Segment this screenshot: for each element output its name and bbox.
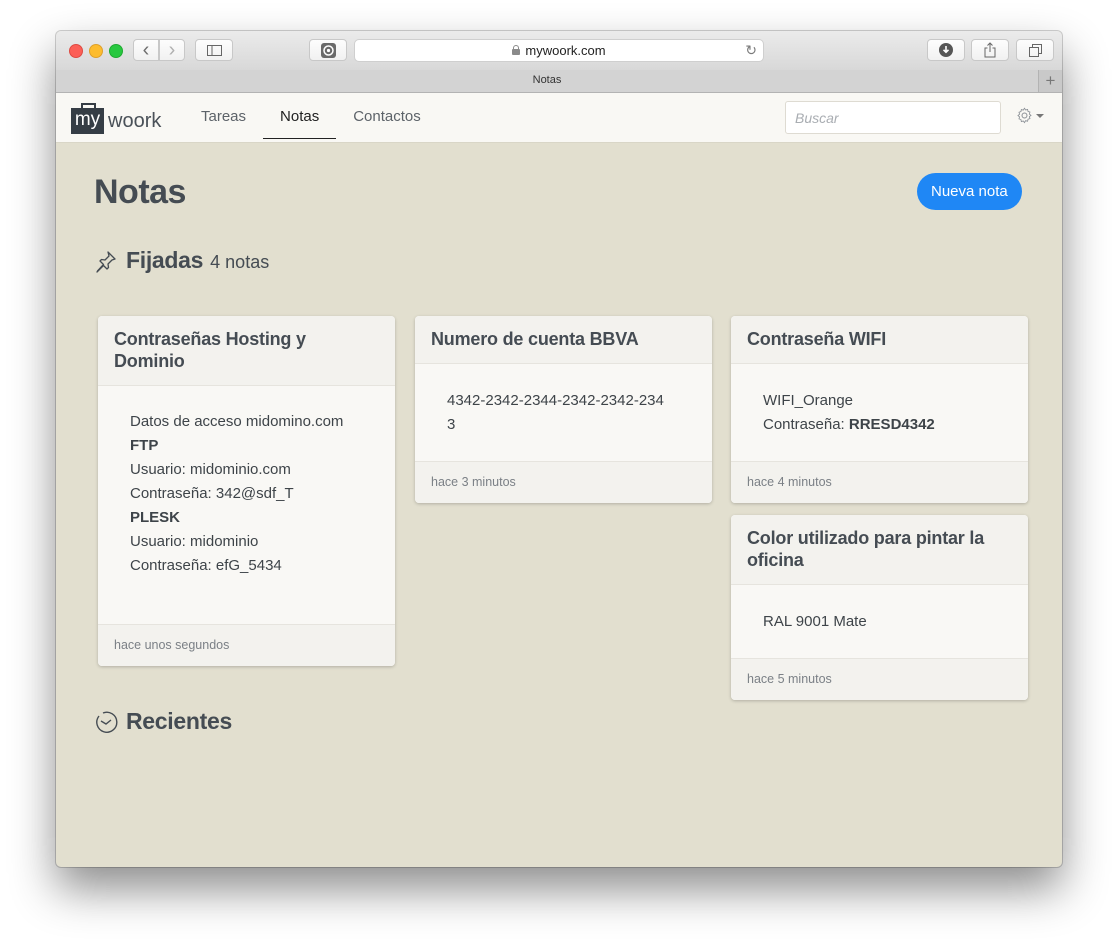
share-button[interactable]: [971, 39, 1009, 61]
search-input[interactable]: [785, 101, 1001, 134]
note-card[interactable]: Color utilizado para pintar la oficina R…: [731, 515, 1028, 700]
note-line: RAL 9001 Mate: [763, 613, 867, 630]
new-tab-button[interactable]: +: [1038, 70, 1062, 92]
note-line: FTP: [130, 437, 159, 454]
note-line: Contraseña: efG_5434: [130, 557, 282, 574]
nav-tareas[interactable]: Tareas: [184, 93, 263, 142]
url-text: mywoork.com: [525, 43, 606, 58]
note-body: 4342-2342-2344-2342-2342-2343: [415, 364, 699, 461]
main-content: Notas Nueva nota Fijadas 4 notas Contras…: [56, 143, 1062, 867]
note-line: WIFI_Orange: [763, 392, 854, 409]
note-body: Datos de acceso midomino.com FTP Usuario…: [98, 386, 395, 624]
pin-icon: [96, 250, 116, 273]
note-title: Contraseñas Hosting y Dominio: [98, 316, 395, 386]
note-card[interactable]: Numero de cuenta BBVA 4342-2342-2344-234…: [415, 316, 712, 503]
note-timestamp: hace 3 minutos: [415, 461, 712, 503]
settings-menu-button[interactable]: [1016, 107, 1044, 124]
download-icon: [939, 43, 953, 57]
wifi-password: RRESD4342: [848, 416, 935, 433]
note-line: Contraseña: RRESD4342: [763, 413, 996, 437]
chevron-right-icon: ›: [168, 39, 176, 61]
forward-button[interactable]: ›: [159, 39, 185, 61]
clock-icon: [96, 711, 118, 733]
note-line: Usuario: midominio.com: [130, 461, 291, 478]
note-line: Contraseña: 342@sdf_T: [130, 485, 294, 502]
nav-contactos[interactable]: Contactos: [336, 93, 438, 142]
minimize-window-button[interactable]: [89, 44, 103, 58]
note-body: WIFI_Orange Contraseña: RRESD4342: [731, 364, 1028, 461]
page-title: Notas: [94, 173, 186, 211]
browser-window: ‹ › mywoork.com ↻ Notas + my woork Tarea…: [56, 31, 1062, 867]
share-icon: [984, 42, 996, 58]
note-timestamp: hace 5 minutos: [731, 658, 1028, 700]
note-line: Usuario: midominio: [130, 533, 259, 550]
note-line-label: Contraseña:: [763, 416, 849, 433]
sidebar-icon: [206, 44, 222, 56]
app-navbar: my woork Tareas Notas Contactos: [56, 93, 1062, 143]
note-card[interactable]: Contraseña WIFI WIFI_Orange Contraseña: …: [731, 316, 1028, 503]
recent-title: Recientes: [126, 708, 232, 734]
pinned-title: Fijadas: [126, 247, 204, 273]
nav-notas[interactable]: Notas: [263, 93, 337, 142]
logo-text: woork: [108, 110, 162, 132]
note-body: RAL 9001 Mate: [731, 585, 1028, 658]
logo[interactable]: my woork: [71, 102, 161, 134]
note-card[interactable]: Contraseñas Hosting y Dominio Datos de a…: [98, 316, 395, 666]
browser-toolbar: ‹ › mywoork.com ↻: [56, 31, 1062, 71]
pinned-count: 4 notas: [210, 252, 270, 272]
note-title: Contraseña WIFI: [731, 316, 1028, 364]
logo-briefcase: my: [71, 103, 104, 134]
tabs-icon: [1028, 43, 1042, 57]
pinned-section-header: Fijadas 4 notas: [94, 247, 269, 274]
sidebar-toggle-button[interactable]: [195, 39, 233, 61]
caret-down-icon: [1036, 113, 1044, 118]
tab-bar: Notas +: [56, 70, 1062, 93]
downloads-button[interactable]: [927, 39, 965, 61]
lock-icon: [512, 44, 521, 55]
note-line: 4342-2342-2344-2342-2342-2343: [447, 392, 664, 433]
new-note-button[interactable]: Nueva nota: [917, 173, 1022, 210]
active-tab[interactable]: Notas: [56, 74, 1038, 86]
record-icon: [320, 42, 336, 58]
reload-icon[interactable]: ↻: [745, 42, 757, 59]
gear-icon: [1017, 107, 1032, 124]
back-button[interactable]: ‹: [133, 39, 159, 61]
note-title: Color utilizado para pintar la oficina: [731, 515, 1028, 585]
reader-button[interactable]: [309, 39, 347, 61]
close-window-button[interactable]: [69, 44, 83, 58]
note-timestamp: hace 4 minutos: [731, 461, 1028, 503]
note-line: PLESK: [130, 509, 181, 526]
note-line: Datos de acceso midomino.com: [130, 413, 344, 430]
tabs-overview-button[interactable]: [1016, 39, 1054, 61]
chevron-left-icon: ‹: [142, 39, 150, 61]
main-nav: Tareas Notas Contactos: [184, 93, 438, 142]
zoom-window-button[interactable]: [109, 44, 123, 58]
address-bar[interactable]: mywoork.com ↻: [354, 39, 764, 62]
note-title: Numero de cuenta BBVA: [415, 316, 712, 364]
recent-section-header: Recientes: [94, 708, 232, 735]
note-timestamp: hace unos segundos: [98, 624, 395, 666]
